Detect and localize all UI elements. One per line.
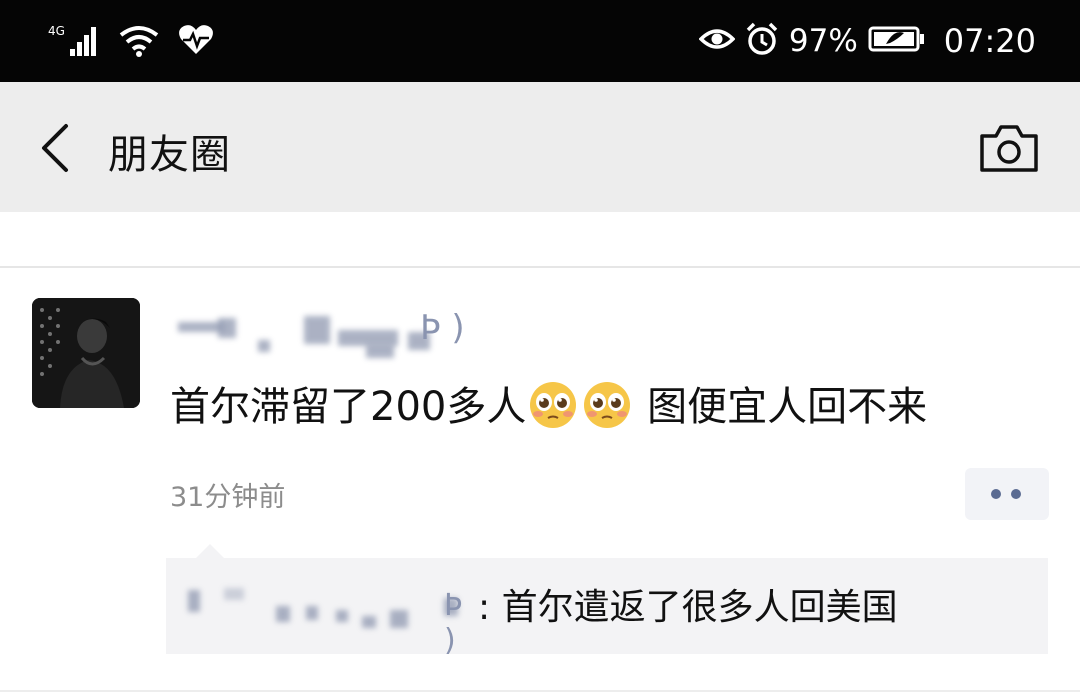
avatar[interactable]	[32, 298, 140, 408]
comment-content: : 首尔遣返了很多人回美国	[478, 578, 898, 630]
dot-icon	[1011, 489, 1021, 499]
comment-pointer	[196, 544, 224, 558]
divider	[0, 690, 1080, 692]
status-left: 4G	[48, 22, 214, 62]
wifi-icon	[118, 23, 160, 61]
camera-button[interactable]	[978, 122, 1040, 174]
battery-percent: 97%	[788, 23, 858, 59]
divider	[0, 266, 1080, 268]
chevron-left-icon	[32, 124, 82, 180]
post-text-main: 首尔滞留了200多人	[170, 384, 527, 430]
post-timestamp: 31分钟前	[170, 482, 286, 513]
page-title: 朋友圈	[108, 132, 231, 178]
comment-author[interactable]: Þ )	[186, 576, 476, 658]
clock: 07:20	[943, 22, 1036, 60]
comment-author-fragment: Þ )	[444, 588, 463, 658]
battery-icon	[868, 25, 926, 57]
status-right: 97% 07:20	[698, 18, 1036, 64]
comment-text: 首尔遣返了很多人回美国	[501, 587, 898, 628]
health-icon	[178, 24, 214, 60]
pleading-face-emoji	[528, 380, 578, 430]
post-content: 首尔滞留了200多人 图便宜人回不来	[170, 374, 927, 434]
camera-icon	[978, 125, 1040, 178]
more-actions-button[interactable]	[965, 468, 1049, 520]
status-bar: 4G 97% 07:20	[0, 0, 1080, 82]
pleading-face-emoji	[582, 380, 632, 430]
eye-icon	[698, 25, 736, 57]
post-text-tail: 图便宜人回不来	[634, 384, 928, 430]
alarm-icon	[745, 22, 779, 60]
svg-text:4G: 4G	[48, 24, 65, 38]
username-fragment: Þ )	[420, 308, 465, 348]
top-nav-bar: 朋友圈	[0, 82, 1080, 212]
header-gap	[0, 212, 1080, 268]
comment-separator: :	[478, 587, 491, 628]
signal-icon: 4G	[48, 23, 100, 61]
dot-icon	[991, 489, 1001, 499]
back-button[interactable]	[32, 120, 82, 176]
